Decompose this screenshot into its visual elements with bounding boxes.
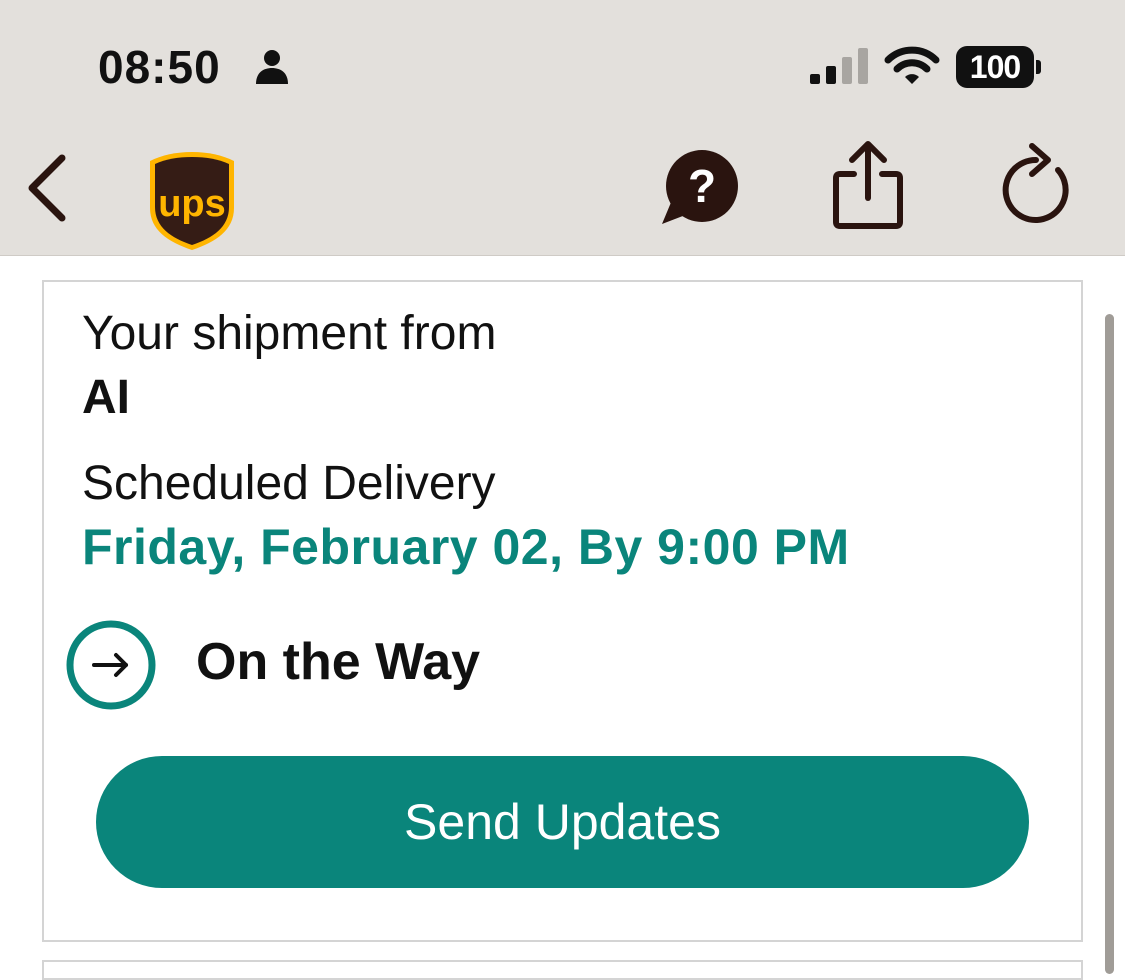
battery-level: 100 [956,46,1034,88]
scheduled-delivery-date: Friday, February 02, By 9:00 PM [82,519,850,575]
status-time: 08:50 [98,41,221,93]
wifi-icon [884,46,940,84]
scrollbar[interactable] [1105,314,1114,974]
share-icon[interactable] [830,140,906,230]
ups-logo-text: ups [158,183,226,225]
sender-name: AI [82,371,130,424]
arrow-right-circle-icon [66,620,156,710]
chevron-left-icon[interactable] [22,150,78,226]
shipment-status: On the Way [196,633,481,691]
cellular-signal-icon [810,48,868,84]
shipment-from-label: Your shipment from [82,307,497,360]
ups-logo: ups [150,152,234,250]
send-updates-button[interactable]: Send Updates [96,756,1029,888]
person-icon [256,50,288,84]
battery-icon: 100 [956,46,1042,88]
scheduled-delivery-label: Scheduled Delivery [82,457,496,510]
help-chat-icon[interactable]: ? [658,150,742,228]
top-bar: 08:50 100 ups ? [0,0,1125,256]
next-card [42,960,1083,980]
refresh-icon[interactable] [998,140,1078,226]
svg-text:?: ? [688,160,716,212]
